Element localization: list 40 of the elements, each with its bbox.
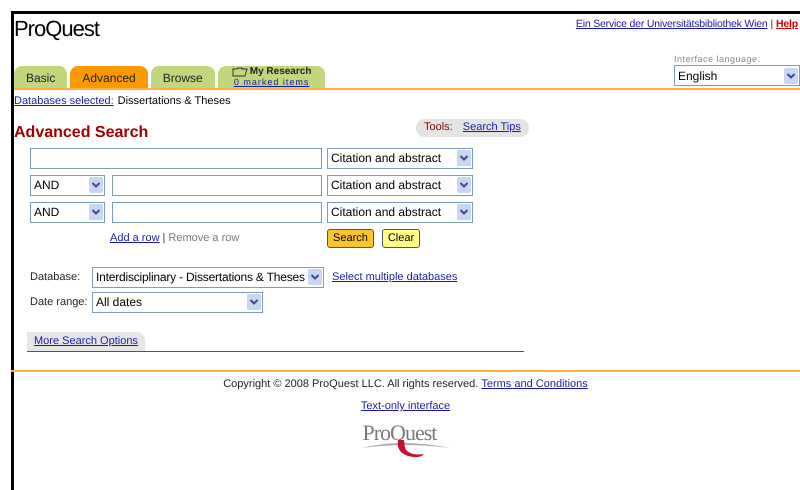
page-heading: Advanced Search xyxy=(14,122,150,142)
search-input-field[interactable] xyxy=(112,174,322,196)
remove-row-link[interactable]: Remove a row xyxy=(168,230,240,246)
search-button[interactable]: Search xyxy=(327,228,374,248)
search-tips-link[interactable]: Search Tips xyxy=(462,119,521,136)
search-field-select[interactable]: Citation and abstract xyxy=(327,148,473,168)
search-field-select[interactable]: Citation and abstract xyxy=(327,202,473,222)
terms-link[interactable]: Terms and Conditions xyxy=(481,376,588,392)
search-input-field[interactable] xyxy=(30,148,322,168)
search-field-select[interactable]: Citation and abstract xyxy=(327,174,473,196)
copyright-text: Copyright © 2008 ProQuest LLC. All rights reserved. xyxy=(223,376,478,392)
databases-selected-link[interactable]: Databases selected: xyxy=(14,93,114,110)
language-label: Interface language: xyxy=(674,54,762,65)
clear-button[interactable]: Clear xyxy=(382,228,420,248)
add-row-link[interactable]: Add a row xyxy=(110,230,160,246)
nav-tab[interactable]: Basic xyxy=(14,66,68,88)
select-multiple-databases-link[interactable]: Select multiple databases xyxy=(332,268,458,286)
nav-tab[interactable]: Browse xyxy=(150,66,215,88)
text-only-link[interactable]: Text-only interface xyxy=(360,398,450,414)
date-range-label: Date range: xyxy=(30,294,87,310)
folder-icon xyxy=(232,67,248,77)
operator-select[interactable]: AND xyxy=(30,174,105,196)
marked-items-link[interactable]: 0 marked items xyxy=(234,77,310,87)
separator-text: | xyxy=(162,230,166,246)
tools-label: Tools: xyxy=(424,120,453,136)
nav-tab[interactable]: My Research 0 marked items xyxy=(218,66,326,88)
database-label: Database: xyxy=(30,270,82,285)
help-link[interactable]: Help xyxy=(776,17,798,33)
database-select[interactable]: Interdisciplinary - Dissertations & Theses xyxy=(92,266,324,288)
more-search-options-tab[interactable]: More Search Options xyxy=(27,332,145,350)
separator-text: | xyxy=(770,17,774,32)
nav-tab[interactable]: Advanced xyxy=(70,66,148,88)
footer-logo-text: ProQuest xyxy=(362,418,436,446)
databases-value: Dissertations & Theses xyxy=(118,94,231,109)
search-input-field[interactable] xyxy=(112,202,322,222)
service-link[interactable]: Ein Service der Universitätsbibliothek Wien xyxy=(576,17,768,33)
site-logo[interactable]: ProQuest xyxy=(14,14,99,54)
language-select[interactable]: English xyxy=(674,65,800,86)
date-range-select[interactable]: All dates xyxy=(92,292,263,312)
operator-select[interactable]: AND xyxy=(30,202,105,222)
